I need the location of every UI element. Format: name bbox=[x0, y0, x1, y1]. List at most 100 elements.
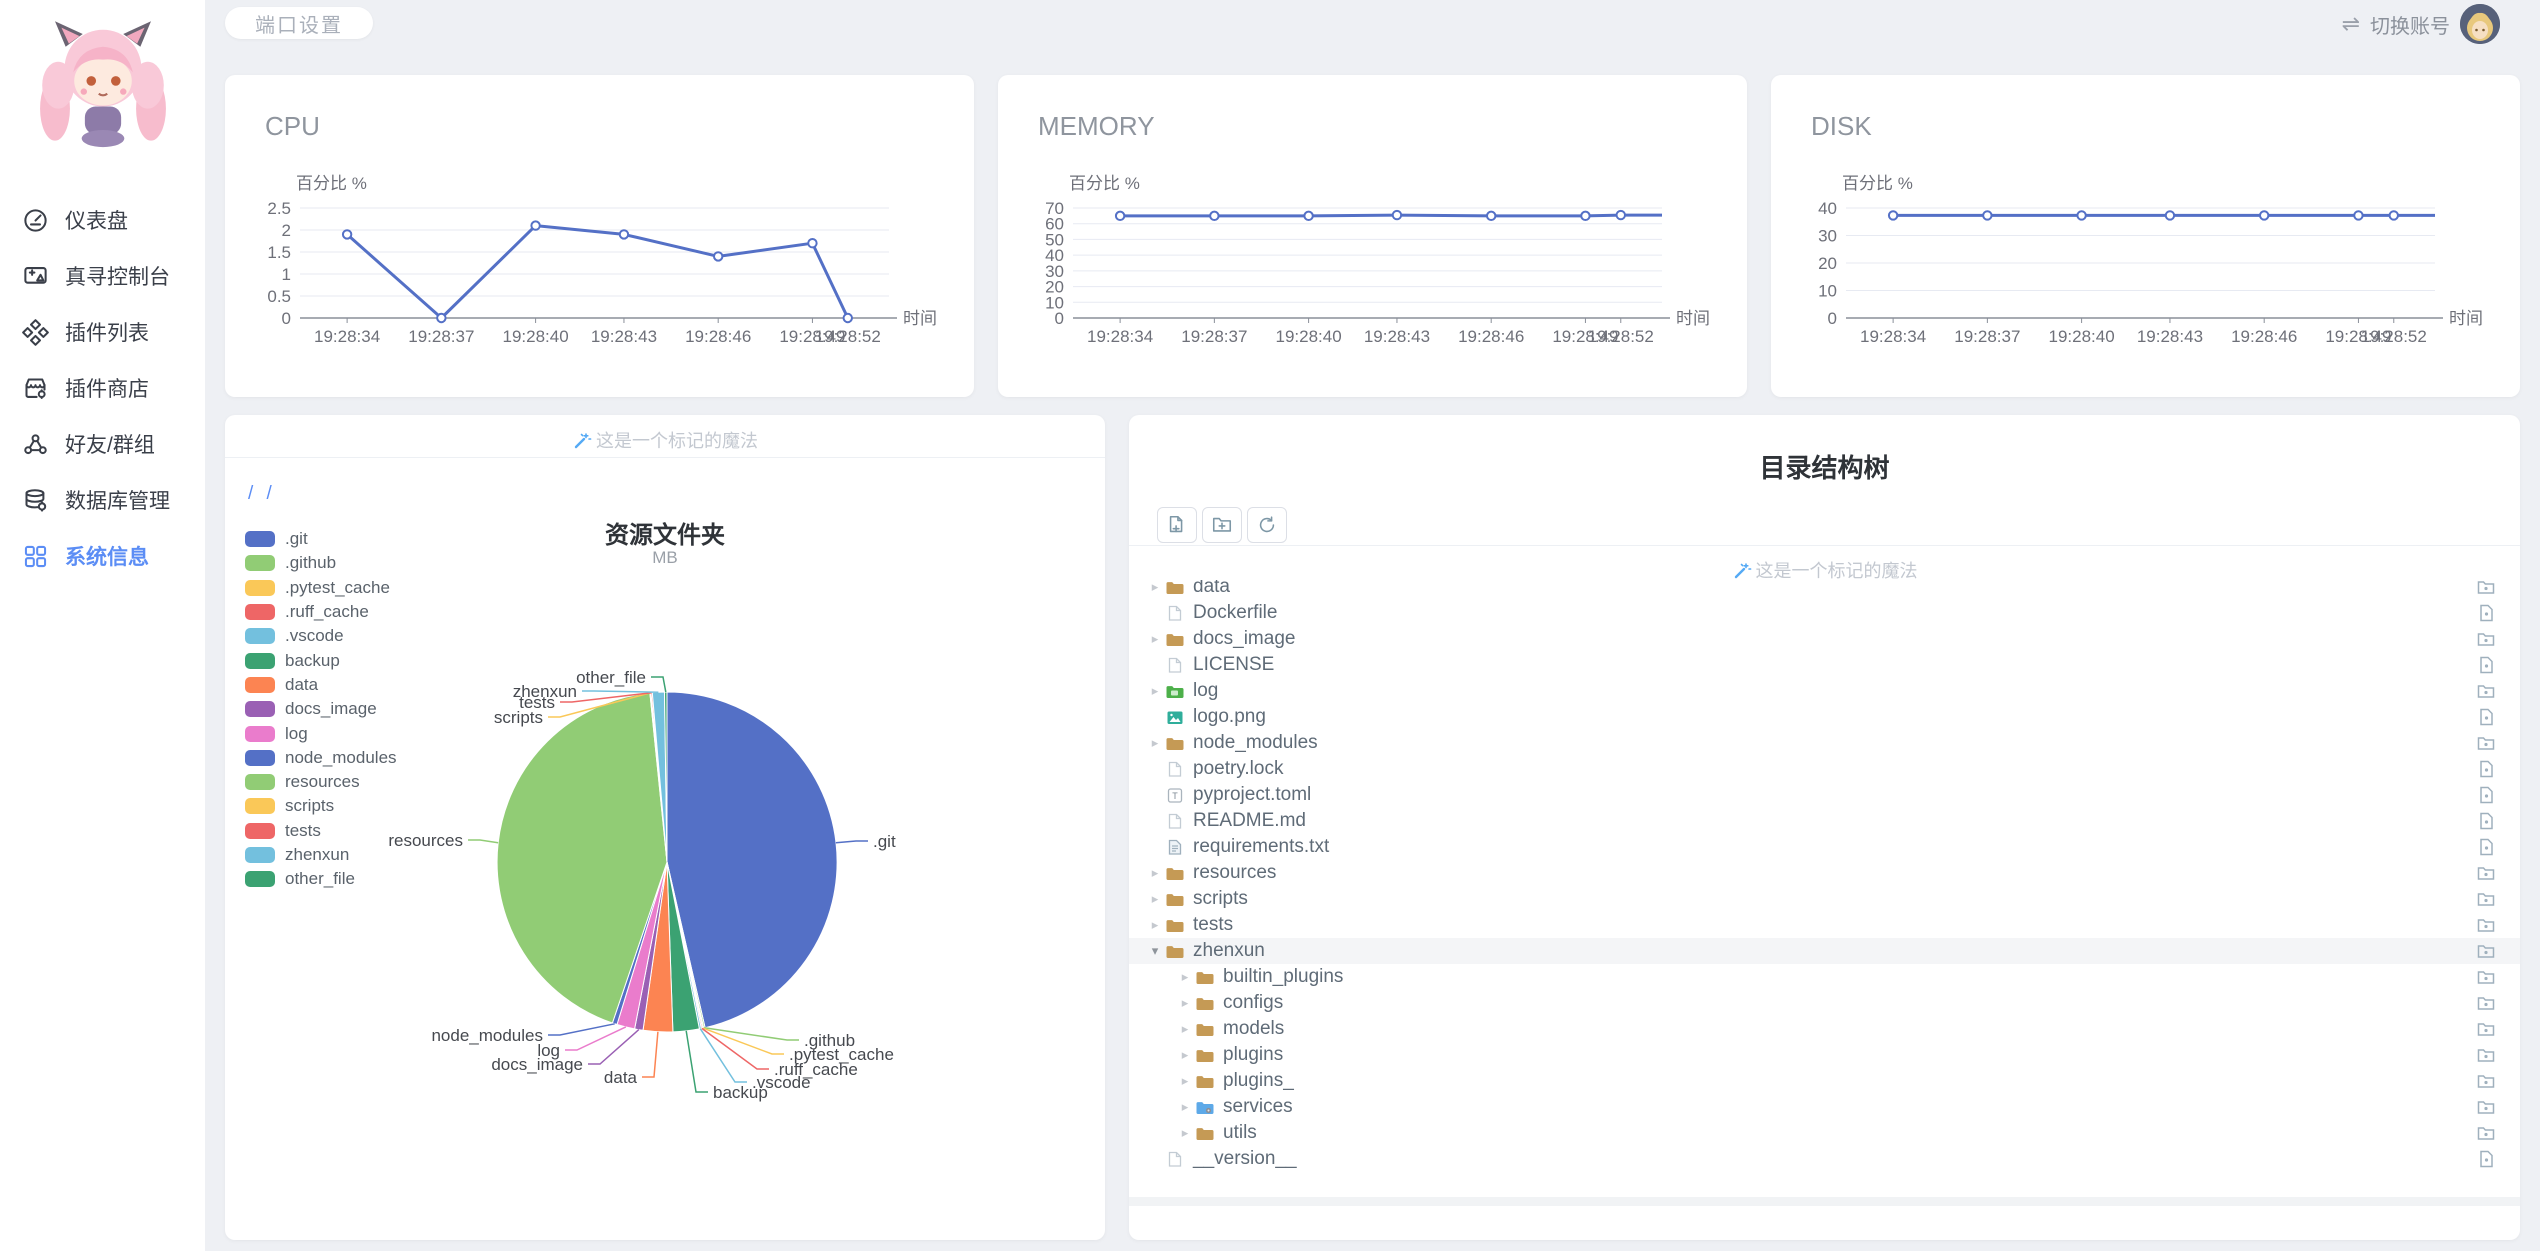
expand-arrow-icon[interactable]: ▸ bbox=[1145, 683, 1165, 699]
directory-tree: ▸ data Dockerfile ▸ docs_image LICENSE ▸ log log… bbox=[1129, 580, 2520, 1172]
file-download-icon[interactable] bbox=[2476, 655, 2496, 675]
tree-item-name: data bbox=[1193, 580, 1230, 597]
expand-arrow-icon[interactable]: ▸ bbox=[1145, 891, 1165, 907]
folder-icon bbox=[1166, 945, 1184, 958]
tree-row-zhenxun[interactable]: ▾ zhenxun bbox=[1129, 938, 2520, 964]
svg-text:19:28:46: 19:28:46 bbox=[685, 327, 751, 346]
tree-row-models[interactable]: ▸ models bbox=[1129, 1016, 2520, 1042]
tree-row-plugins_[interactable]: ▸ plugins_ bbox=[1129, 1068, 2520, 1094]
sidebar-item-数据库管理[interactable]: 数据库管理 bbox=[0, 472, 205, 528]
svg-text:70: 70 bbox=[1045, 199, 1064, 218]
expand-arrow-icon[interactable]: ▸ bbox=[1145, 735, 1165, 751]
folder-download-icon[interactable] bbox=[2476, 941, 2496, 961]
tree-row-pyproject.toml[interactable]: Tpyproject.toml bbox=[1129, 782, 2520, 808]
tree-row-scripts[interactable]: ▸ scripts bbox=[1129, 886, 2520, 912]
folder-icon bbox=[1196, 997, 1214, 1010]
tree-item-name: LICENSE bbox=[1193, 654, 1275, 675]
tree-item-name: docs_image bbox=[1193, 628, 1296, 649]
horizontal-scrollbar[interactable] bbox=[1129, 1197, 2520, 1206]
folder-download-icon[interactable] bbox=[2476, 1123, 2496, 1143]
tree-row-services[interactable]: ▸ services bbox=[1129, 1094, 2520, 1120]
file-download-icon[interactable] bbox=[2476, 811, 2496, 831]
port-settings-button[interactable]: 端口设置 bbox=[225, 7, 373, 39]
sidebar-nav: 仪表盘 真寻控制台 插件列表 插件商店 好友/群组 数据库管理 系统信息 bbox=[0, 192, 205, 584]
tree-row-logo.png[interactable]: logo.png bbox=[1129, 704, 2520, 730]
svg-text:30: 30 bbox=[1818, 227, 1837, 246]
tree-row-plugins[interactable]: ▸ plugins bbox=[1129, 1042, 2520, 1068]
folder-download-icon[interactable] bbox=[2476, 993, 2496, 1013]
folder-download-icon[interactable] bbox=[2476, 863, 2496, 883]
sidebar-item-系统信息[interactable]: 系统信息 bbox=[0, 528, 205, 584]
folder-download-icon[interactable] bbox=[2476, 1097, 2496, 1117]
switch-account[interactable]: ⇌ 切换账号 bbox=[2342, 4, 2500, 44]
tree-row-node_modules[interactable]: ▸ node_modules bbox=[1129, 730, 2520, 756]
expand-arrow-icon[interactable]: ▸ bbox=[1175, 1021, 1195, 1037]
file-download-icon[interactable] bbox=[2476, 785, 2496, 805]
folder-log-icon bbox=[1166, 685, 1184, 698]
svg-text:20: 20 bbox=[1818, 254, 1837, 273]
file-icon bbox=[1168, 605, 1182, 621]
tree-row-log[interactable]: ▸ log bbox=[1129, 678, 2520, 704]
file-download-icon[interactable] bbox=[2476, 759, 2496, 779]
collapse-arrow-icon[interactable]: ▾ bbox=[1145, 943, 1165, 959]
tree-row-docs_image[interactable]: ▸ docs_image bbox=[1129, 626, 2520, 652]
expand-arrow-icon[interactable]: ▸ bbox=[1175, 1047, 1195, 1063]
expand-arrow-icon[interactable]: ▸ bbox=[1145, 865, 1165, 881]
expand-arrow-icon[interactable]: ▸ bbox=[1175, 969, 1195, 985]
tree-row-README.md[interactable]: README.md bbox=[1129, 808, 2520, 834]
folder-download-icon[interactable] bbox=[2476, 1045, 2496, 1065]
file-download-icon[interactable] bbox=[2476, 837, 2496, 857]
magic-wand-icon bbox=[1734, 563, 1751, 579]
expand-arrow-icon[interactable]: ▸ bbox=[1175, 1125, 1195, 1141]
expand-arrow-icon[interactable]: ▸ bbox=[1145, 917, 1165, 933]
svg-text:19:28:40: 19:28:40 bbox=[1276, 327, 1342, 346]
sidebar-item-仪表盘[interactable]: 仪表盘 bbox=[0, 192, 205, 248]
refresh-button[interactable] bbox=[1247, 507, 1287, 543]
folder-download-icon[interactable] bbox=[2476, 1071, 2496, 1091]
tree-row-LICENSE[interactable]: LICENSE bbox=[1129, 652, 2520, 678]
file-download-icon[interactable] bbox=[2476, 603, 2496, 623]
folder-icon bbox=[1196, 1049, 1214, 1062]
folder-download-icon[interactable] bbox=[2476, 580, 2496, 597]
svg-text:19:28:37: 19:28:37 bbox=[408, 327, 474, 346]
svg-text:19:28:43: 19:28:43 bbox=[1364, 327, 1430, 346]
file-download-icon[interactable] bbox=[2476, 707, 2496, 727]
folder-download-icon[interactable] bbox=[2476, 915, 2496, 935]
tree-row-data[interactable]: ▸ data bbox=[1129, 580, 2520, 600]
sidebar-item-插件列表[interactable]: 插件列表 bbox=[0, 304, 205, 360]
sidebar-item-插件商店[interactable]: 插件商店 bbox=[0, 360, 205, 416]
folder-download-icon[interactable] bbox=[2476, 1019, 2496, 1039]
sidebar-item-真寻控制台[interactable]: 真寻控制台 bbox=[0, 248, 205, 304]
expand-arrow-icon[interactable]: ▸ bbox=[1145, 580, 1165, 595]
tree-row-requirements.txt[interactable]: requirements.txt bbox=[1129, 834, 2520, 860]
new-folder-button[interactable] bbox=[1202, 507, 1242, 543]
expand-arrow-icon[interactable]: ▸ bbox=[1175, 1073, 1195, 1089]
new-file-button[interactable] bbox=[1157, 507, 1197, 543]
tree-row-utils[interactable]: ▸ utils bbox=[1129, 1120, 2520, 1146]
folder-download-icon[interactable] bbox=[2476, 733, 2496, 753]
tree-row-__version__[interactable]: __version__ bbox=[1129, 1146, 2520, 1172]
x-axis-name: 时间 bbox=[903, 309, 937, 328]
user-avatar[interactable] bbox=[2460, 4, 2500, 44]
tree-row-Dockerfile[interactable]: Dockerfile bbox=[1129, 600, 2520, 626]
file-icon bbox=[1168, 657, 1182, 673]
expand-arrow-icon[interactable]: ▸ bbox=[1175, 995, 1195, 1011]
plugins-icon bbox=[22, 318, 49, 346]
tree-row-builtin_plugins[interactable]: ▸ builtin_plugins bbox=[1129, 964, 2520, 990]
tree-row-poetry.lock[interactable]: poetry.lock bbox=[1129, 756, 2520, 782]
expand-arrow-icon[interactable]: ▸ bbox=[1145, 631, 1165, 647]
tree-row-configs[interactable]: ▸ configs bbox=[1129, 990, 2520, 1016]
expand-arrow-icon[interactable]: ▸ bbox=[1175, 1099, 1195, 1115]
folder-download-icon[interactable] bbox=[2476, 681, 2496, 701]
folder-icon bbox=[1166, 581, 1184, 594]
new-folder-icon bbox=[1212, 517, 1232, 532]
sidebar-item-好友/群组[interactable]: 好友/群组 bbox=[0, 416, 205, 472]
folder-download-icon[interactable] bbox=[2476, 629, 2496, 649]
tree-row-resources[interactable]: ▸ resources bbox=[1129, 860, 2520, 886]
image-icon bbox=[1167, 711, 1183, 724]
tree-item-name: node_modules bbox=[1193, 732, 1318, 753]
folder-download-icon[interactable] bbox=[2476, 889, 2496, 909]
folder-download-icon[interactable] bbox=[2476, 967, 2496, 987]
tree-row-tests[interactable]: ▸ tests bbox=[1129, 912, 2520, 938]
file-download-icon[interactable] bbox=[2476, 1149, 2496, 1169]
